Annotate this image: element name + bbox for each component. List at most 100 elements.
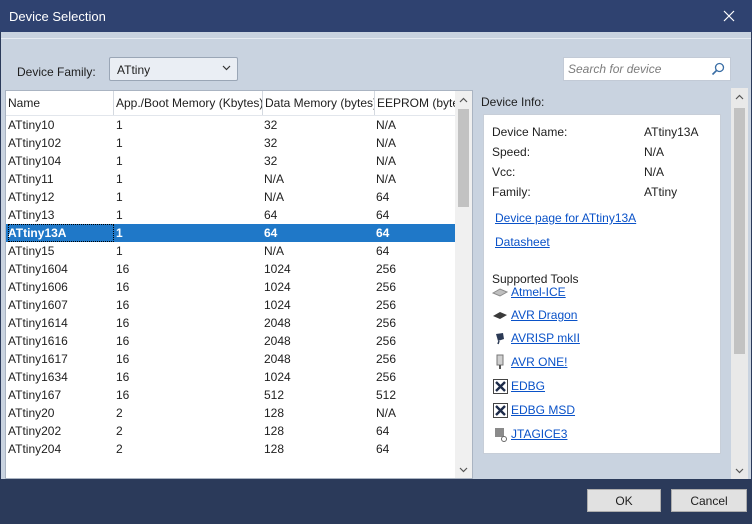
table-row[interactable]: ATtiny13 1 64 64 (6, 206, 456, 224)
table-row[interactable]: ATtiny15 1 N/A 64 (6, 242, 456, 260)
cell-name: ATtiny202 (8, 424, 62, 438)
cell-data-memory: 1024 (264, 370, 291, 384)
device-list[interactable]: Name App./Boot Memory (Kbytes) Data Memo… (5, 90, 473, 479)
cell-eeprom: 64 (376, 244, 390, 258)
table-row[interactable]: ATtiny1616 16 2048 256 (6, 332, 456, 350)
cell-name: ATtiny102 (8, 136, 62, 150)
tool-edbg[interactable]: EDBG (492, 377, 545, 395)
tool-label[interactable]: JTAGICE3 (511, 427, 567, 441)
table-row[interactable]: ATtiny11 1 N/A N/A (6, 170, 456, 188)
tool-label[interactable]: EDBG MSD (511, 403, 575, 417)
scroll-thumb[interactable] (734, 108, 745, 354)
cell-app-memory: 1 (116, 154, 123, 168)
search-input[interactable] (568, 61, 706, 77)
cell-eeprom: 64 (376, 424, 390, 438)
family-value: ATtiny (644, 185, 678, 199)
chevron-down-icon (735, 468, 744, 473)
cell-eeprom: 64 (376, 208, 390, 222)
dialog-footer: OK Cancel (1, 479, 751, 523)
tool-avr-one[interactable]: AVR ONE! (492, 353, 567, 371)
tool-jtagice3[interactable]: JTAGICE3 (492, 425, 567, 443)
scroll-thumb[interactable] (458, 109, 469, 207)
cell-data-memory: 2048 (264, 334, 291, 348)
col-header-data-memory[interactable]: Data Memory (bytes) (263, 91, 375, 115)
cell-data-memory: 64 (264, 226, 278, 240)
table-row[interactable]: ATtiny1604 16 1024 256 (6, 260, 456, 278)
cell-app-memory: 16 (116, 280, 130, 294)
device-info-title: Device Info: (481, 95, 545, 109)
table-row[interactable]: ATtiny10 1 32 N/A (6, 116, 456, 134)
close-button[interactable] (706, 0, 752, 32)
tool-atmel-ice[interactable]: Atmel-ICE (492, 283, 566, 301)
cell-eeprom: 512 (376, 388, 397, 402)
table-row[interactable]: ATtiny13A 1 64 64 (6, 224, 456, 242)
device-page-link[interactable]: Device page for ATtiny13A (495, 211, 636, 225)
device-family-select[interactable]: ATtiny (109, 57, 238, 81)
scroll-up-button[interactable] (455, 91, 472, 108)
cell-data-memory: 128 (264, 442, 285, 456)
col-header-app-memory[interactable]: App./Boot Memory (Kbytes) (114, 91, 263, 115)
tool-edbg-msd[interactable]: EDBG MSD (492, 401, 575, 419)
cell-data-memory: 512 (264, 388, 285, 402)
cell-data-memory: 32 (264, 154, 278, 168)
cell-name: ATtiny10 (8, 118, 55, 132)
tool-label[interactable]: EDBG (511, 379, 545, 393)
device-family-label: Device Family: (17, 65, 96, 79)
cell-eeprom: N/A (376, 172, 397, 186)
cell-app-memory: 1 (116, 172, 123, 186)
tool-label[interactable]: AVR ONE! (511, 355, 567, 369)
cell-name: ATtiny104 (8, 154, 62, 168)
vcc-label: Vcc: (492, 165, 516, 179)
cancel-button[interactable]: Cancel (671, 489, 747, 512)
table-row[interactable]: ATtiny1617 16 2048 256 (6, 350, 456, 368)
col-header-eeprom[interactable]: EEPROM (bytes (375, 91, 456, 115)
cell-eeprom: N/A (376, 136, 397, 150)
cell-app-memory: 16 (116, 370, 130, 384)
table-row[interactable]: ATtiny102 1 32 N/A (6, 134, 456, 152)
tool-label[interactable]: Atmel-ICE (511, 285, 566, 299)
device-list-header: Name App./Boot Memory (Kbytes) Data Memo… (6, 91, 456, 116)
table-row[interactable]: ATtiny12 1 N/A 64 (6, 188, 456, 206)
cell-app-memory: 2 (116, 406, 123, 420)
cell-eeprom: N/A (376, 154, 397, 168)
title-bar: Device Selection (0, 0, 752, 32)
col-header-name[interactable]: Name (6, 91, 114, 115)
tool-avr-dragon[interactable]: AVR Dragon (492, 306, 577, 324)
cell-name: ATtiny1614 (8, 316, 68, 330)
table-row[interactable]: ATtiny167 16 512 512 (6, 386, 456, 404)
speed-label: Speed: (492, 145, 531, 159)
datasheet-link[interactable]: Datasheet (495, 235, 550, 249)
list-scrollbar[interactable] (455, 91, 472, 478)
chevron-up-icon (735, 94, 744, 99)
cell-app-memory: 16 (116, 334, 130, 348)
table-row[interactable]: ATtiny20 2 128 N/A (6, 404, 456, 422)
table-row[interactable]: ATtiny104 1 32 N/A (6, 152, 456, 170)
scroll-up-button[interactable] (731, 88, 748, 105)
info-scrollbar[interactable] (731, 88, 748, 479)
cell-data-memory: 32 (264, 118, 278, 132)
cell-app-memory: 1 (116, 118, 123, 132)
cell-name: ATtiny20 (8, 406, 55, 420)
tool-label[interactable]: AVRISP mkII (511, 331, 580, 345)
table-row[interactable]: ATtiny1607 16 1024 256 (6, 296, 456, 314)
scroll-down-button[interactable] (455, 461, 472, 478)
search-box[interactable] (563, 57, 731, 81)
tool-label[interactable]: AVR Dragon (511, 308, 577, 322)
scroll-down-button[interactable] (731, 462, 748, 479)
cell-app-memory: 1 (116, 244, 123, 258)
avrisp-icon (492, 330, 508, 346)
ok-button[interactable]: OK (587, 489, 661, 512)
cell-eeprom: 256 (376, 280, 397, 294)
tool-avrisp-mkii[interactable]: AVRISP mkII (492, 329, 580, 347)
table-row[interactable]: ATtiny202 2 128 64 (6, 422, 456, 440)
table-row[interactable]: ATtiny1634 16 1024 256 (6, 368, 456, 386)
table-row[interactable]: ATtiny1606 16 1024 256 (6, 278, 456, 296)
cell-data-memory: 2048 (264, 316, 291, 330)
table-row[interactable]: ATtiny204 2 128 64 (6, 440, 456, 458)
cell-name: ATtiny1606 (8, 280, 68, 294)
table-row[interactable]: ATtiny1614 16 2048 256 (6, 314, 456, 332)
chevron-down-icon (459, 467, 468, 472)
vcc-value: N/A (644, 165, 665, 179)
cell-data-memory: N/A (264, 172, 285, 186)
cell-eeprom: 64 (376, 190, 390, 204)
